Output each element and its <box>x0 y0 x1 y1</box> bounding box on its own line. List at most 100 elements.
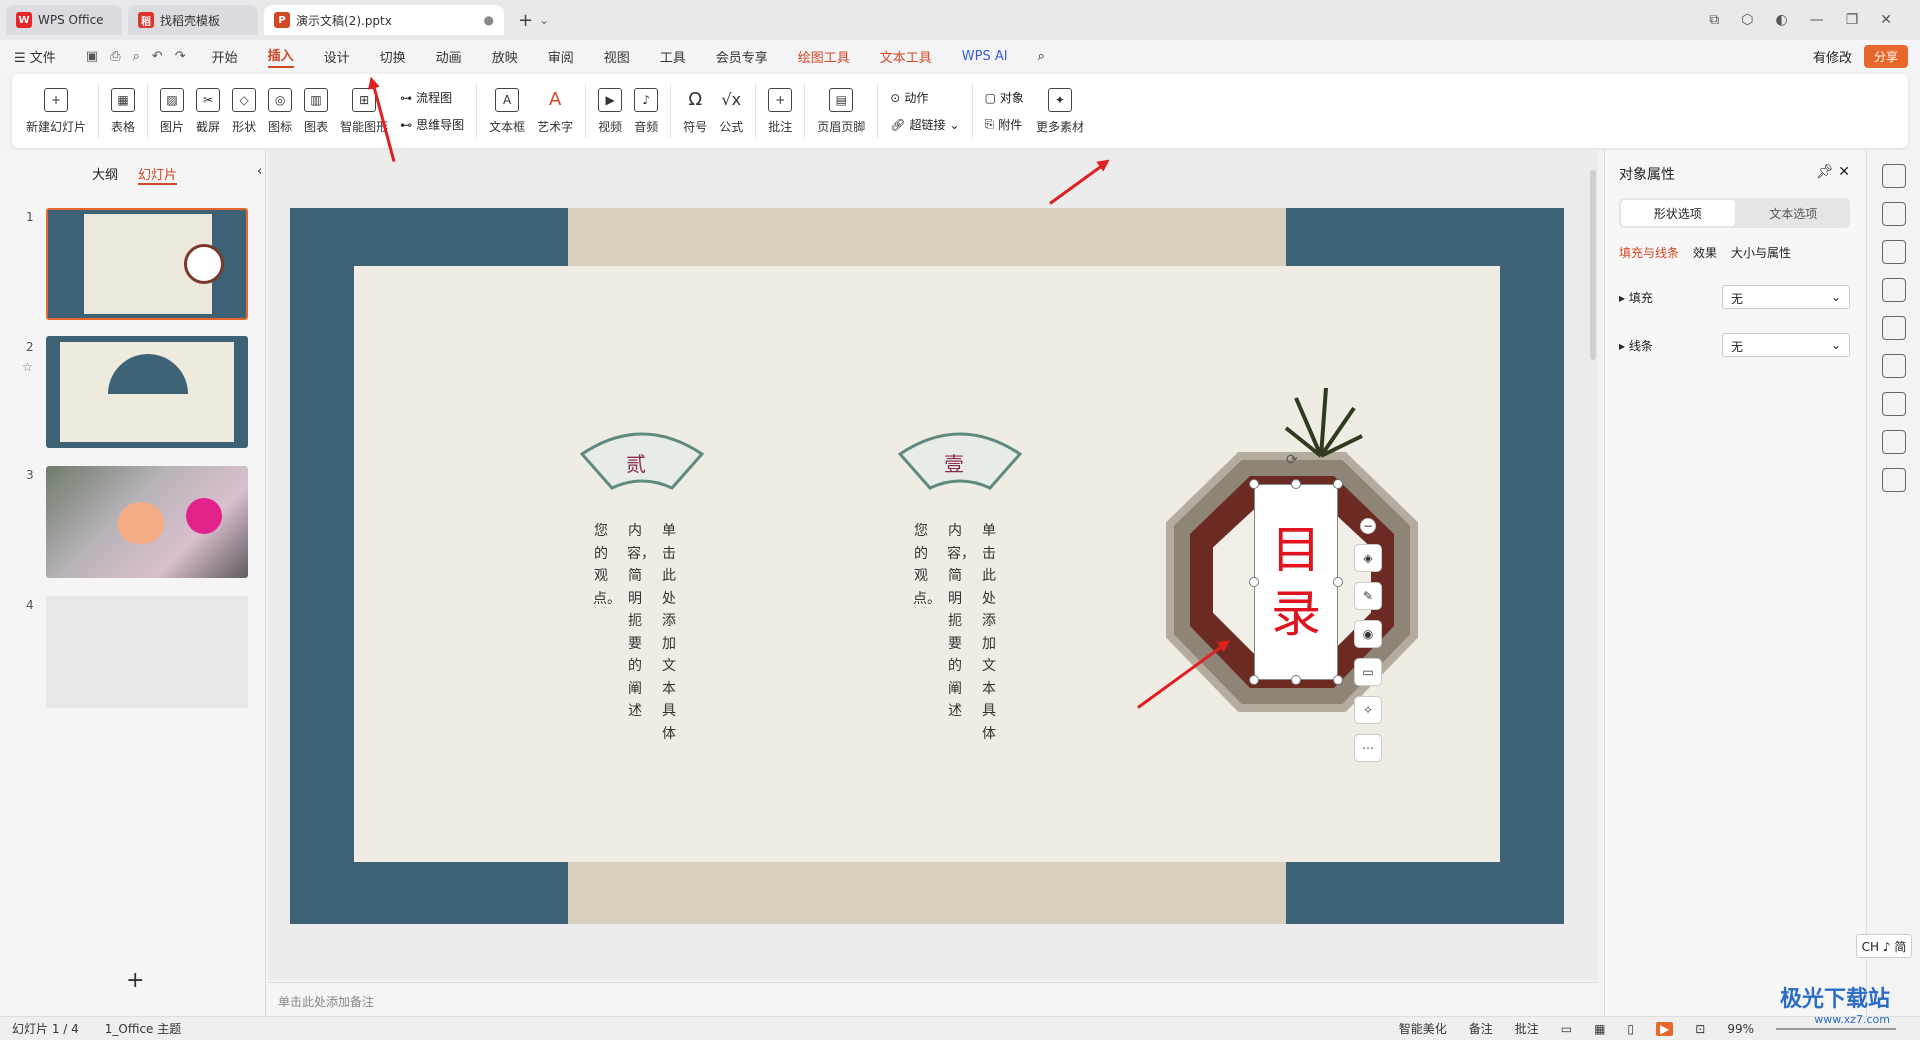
print-icon[interactable]: ⎙ <box>110 49 120 64</box>
resize-handle[interactable] <box>1249 577 1259 587</box>
fill-icon[interactable]: ◉ <box>1354 620 1382 648</box>
more-icon[interactable]: ⋯ <box>1354 734 1382 762</box>
layers-icon[interactable]: ◈ <box>1354 544 1382 572</box>
menu-view[interactable]: 视图 <box>604 47 630 66</box>
table-button[interactable]: ▦ 表格 <box>105 79 141 143</box>
slide-thumb-3[interactable] <box>46 466 248 578</box>
menu-slideshow[interactable]: 放映 <box>492 47 518 66</box>
frame-icon[interactable]: ▭ <box>1354 658 1382 686</box>
share-button[interactable]: 分享 <box>1863 44 1908 68</box>
toc-textbox[interactable]: 目 录 <box>1254 484 1338 680</box>
format-icon[interactable] <box>1881 354 1906 378</box>
tab-shape-options[interactable]: 形状选项 <box>1621 200 1735 226</box>
tab-presentation[interactable]: P 演示文稿(2).pptx ● <box>264 5 504 35</box>
star-icon[interactable] <box>1881 202 1906 226</box>
menu-insert[interactable]: 插入 <box>267 45 294 68</box>
menu-drawing-tools[interactable]: 绘图工具 <box>798 47 850 66</box>
add-slide-button[interactable]: + <box>126 968 144 993</box>
line-select[interactable]: 无 ⌄ <box>1722 333 1850 357</box>
wordart-button[interactable]: A 艺术字 <box>531 79 579 143</box>
ime-indicator[interactable]: CH ♪ 简 <box>1856 934 1912 958</box>
video-button[interactable]: ▶ 视频 <box>592 79 628 143</box>
picture-button[interactable]: ▨ 图片 <box>154 79 190 143</box>
more-icon[interactable] <box>1881 468 1906 492</box>
comment-toggle[interactable]: 批注 <box>1515 1020 1539 1037</box>
pen-icon[interactable]: ✎ <box>1354 582 1382 610</box>
tab-dot-icon[interactable]: ● <box>484 13 494 27</box>
menu-wps-ai[interactable]: WPS AI <box>962 49 1008 64</box>
menu-text-tools[interactable]: 文本工具 <box>880 47 932 66</box>
notes-area[interactable]: 单击此处添加备注 <box>268 982 1598 1016</box>
collapse-icon[interactable]: ‹ <box>257 164 262 185</box>
resize-handle[interactable] <box>1249 479 1259 489</box>
search-icon[interactable]: ⌕ <box>1038 49 1045 64</box>
grid-view-icon[interactable]: ▦ <box>1594 1022 1605 1036</box>
resize-handle[interactable] <box>1333 479 1343 489</box>
resize-handle[interactable] <box>1291 675 1301 685</box>
line-label[interactable]: ▸ 线条 <box>1619 337 1653 354</box>
zoom-slider[interactable] <box>1776 1027 1896 1030</box>
properties-icon[interactable] <box>1881 164 1906 188</box>
cube-icon[interactable]: ⬡ <box>1741 12 1753 28</box>
mindmap-button[interactable]: ⊷ 思维导图 <box>400 116 464 133</box>
menu-tools[interactable]: 工具 <box>660 47 686 66</box>
slide-thumb-1[interactable] <box>46 208 248 320</box>
tab-effect[interactable]: 效果 <box>1693 244 1717 261</box>
redo-icon[interactable]: ↷ <box>175 49 186 64</box>
modified-label[interactable]: 有修改 <box>1813 47 1852 66</box>
resize-handle[interactable] <box>1333 577 1343 587</box>
chevron-down-icon[interactable]: ⌄ <box>539 13 549 27</box>
flowchart-button[interactable]: ⊶ 流程图 <box>400 89 464 106</box>
tab-slides[interactable]: 幻灯片 <box>138 164 178 185</box>
copy-icon[interactable] <box>1881 240 1906 264</box>
tab-template[interactable]: 稻 找稻壳模板 <box>128 5 258 35</box>
icon-button[interactable]: ◎ 图标 <box>262 79 298 143</box>
new-tab-icon[interactable]: + <box>518 10 533 31</box>
screenshot-button[interactable]: ✂ 截屏 <box>190 79 226 143</box>
audio-button[interactable]: ♪ 音频 <box>628 79 664 143</box>
attachment-button[interactable]: ⎘ 附件 <box>985 116 1024 133</box>
theme-name[interactable]: 1_Office 主题 <box>105 1020 181 1037</box>
menu-member[interactable]: 会员专享 <box>716 47 768 66</box>
play-icon[interactable]: ▶ <box>1656 1021 1674 1036</box>
header-footer-button[interactable]: ▤ 页眉页脚 <box>811 79 871 143</box>
rotate-handle-icon[interactable]: ⟳ <box>1286 452 1298 468</box>
pin-icon[interactable]: 📌︎ <box>1816 164 1834 180</box>
magic-tools-icon[interactable]: ✧ <box>1354 696 1382 724</box>
more-material-button[interactable]: ✦ 更多素材 <box>1030 79 1090 143</box>
minus-icon[interactable]: − <box>1360 518 1376 534</box>
close-icon[interactable]: ✕ <box>1838 164 1850 180</box>
vertical-scrollbar[interactable] <box>1590 170 1596 360</box>
resize-handle[interactable] <box>1249 675 1259 685</box>
tools-icon[interactable] <box>1881 316 1906 340</box>
preview-icon[interactable]: ⌕ <box>133 49 140 64</box>
minimize-icon[interactable]: — <box>1810 12 1824 28</box>
slide-thumb-4[interactable] <box>46 596 248 708</box>
object-button[interactable]: ▢ 对象 <box>985 89 1024 106</box>
tab-size-properties[interactable]: 大小与属性 <box>1731 244 1791 261</box>
fill-label[interactable]: ▸ 填充 <box>1619 289 1653 306</box>
star-icon[interactable]: ☆ <box>22 360 33 374</box>
close-icon[interactable]: ✕ <box>1880 12 1892 28</box>
normal-view-icon[interactable]: ▭ <box>1561 1022 1572 1036</box>
restore-icon[interactable]: ❐ <box>1846 12 1859 28</box>
symbol-button[interactable]: Ω 符号 <box>677 79 713 143</box>
action-button[interactable]: ⊙ 动作 <box>890 89 959 106</box>
save-icon[interactable]: ▣ <box>86 49 98 64</box>
comment-button[interactable]: + 批注 <box>762 79 798 143</box>
resize-handle[interactable] <box>1333 675 1343 685</box>
menu-home[interactable]: 开始 <box>212 47 238 66</box>
avatar[interactable]: ◐ <box>1775 12 1787 28</box>
hyperlink-button[interactable]: 🔗︎ 超链接 ⌄ <box>890 116 959 133</box>
tab-text-options[interactable]: 文本选项 <box>1737 198 1851 228</box>
slide-thumb-2[interactable] <box>46 336 248 448</box>
chart-button[interactable]: ▥ 图表 <box>298 79 334 143</box>
menu-transition[interactable]: 切换 <box>380 47 406 66</box>
help-icon[interactable] <box>1881 392 1906 416</box>
undo-icon[interactable]: ↶ <box>152 49 163 64</box>
notes-toggle[interactable]: 备注 <box>1469 1020 1493 1037</box>
reading-view-icon[interactable]: ▯ <box>1627 1022 1634 1036</box>
tile-icon[interactable]: ⧉ <box>1709 12 1719 28</box>
resize-handle[interactable] <box>1291 479 1301 489</box>
fill-select[interactable]: 无 ⌄ <box>1722 285 1850 309</box>
